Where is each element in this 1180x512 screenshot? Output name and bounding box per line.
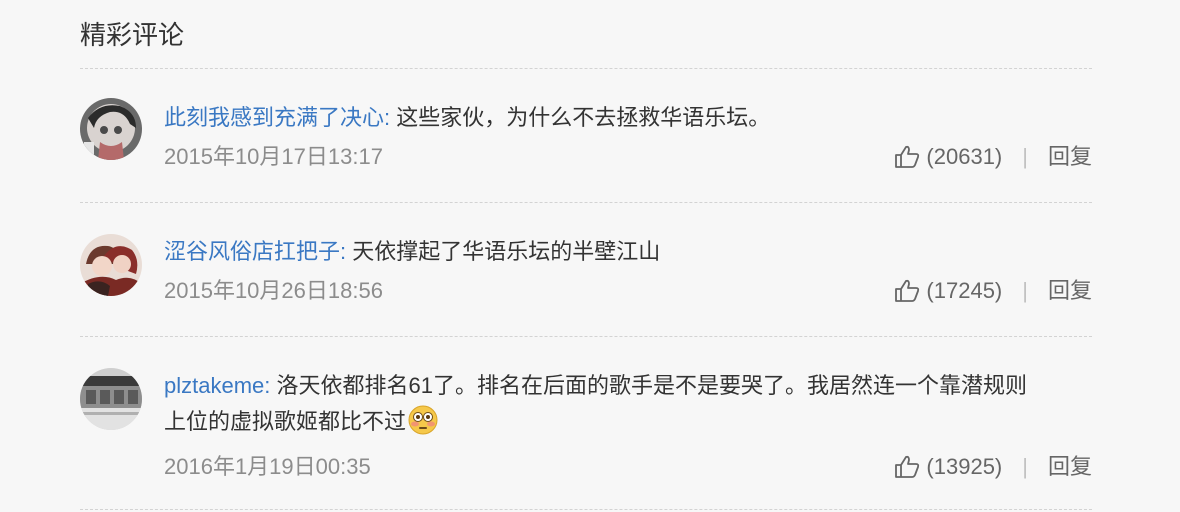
comment-actions: (17245) | 回复 (894, 274, 1092, 308)
username-separator: : (384, 105, 397, 130)
comment-divider (80, 202, 1092, 203)
comment-actions: (13925) | 回复 (894, 450, 1092, 484)
flushed-face-icon (408, 405, 438, 435)
title-divider (80, 68, 1092, 69)
comment-meta: 2015年10月17日13:17 (20631) | 回复 (164, 140, 1092, 174)
comment-content: 天依撑起了华语乐坛的半壁江山 (352, 239, 661, 264)
comment-time: 2016年1月19日00:35 (164, 454, 371, 479)
reply-button[interactable]: 回复 (1048, 140, 1092, 174)
comment-text: 此刻我感到充满了决心: 这些家伙，为什么不去拯救华语乐坛。 (164, 100, 1092, 136)
comment-username[interactable]: 此刻我感到充满了决心 (164, 105, 384, 130)
avatar[interactable] (80, 98, 142, 160)
section-title: 精彩评论 (80, 20, 185, 50)
avatar[interactable] (80, 234, 142, 296)
comment-meta: 2015年10月26日18:56 (17245) | 回复 (164, 274, 1092, 308)
like-button[interactable]: (13925) (894, 450, 1002, 484)
flushed-face-emoji (408, 405, 438, 446)
comment-text: plztakeme: 洛天依都排名61了。排名在后面的歌手是不是要哭了。我居然连… (164, 368, 1092, 446)
reply-button[interactable]: 回复 (1048, 274, 1092, 308)
comment-content: 洛天依都排名61了。排名在后面的歌手是不是要哭了。我居然连一个靠潜规则上位的虚拟… (164, 373, 1027, 434)
comment-content: 这些家伙，为什么不去拯救华语乐坛。 (396, 105, 771, 130)
thumbs-up-icon (895, 279, 920, 302)
like-button[interactable]: (17245) (894, 274, 1002, 308)
comment-username[interactable]: plztakeme (164, 373, 264, 398)
like-count: (13925) (926, 454, 1003, 479)
username-separator: : (264, 373, 277, 398)
thumbs-up-icon (895, 145, 920, 168)
like-button[interactable]: (20631) (894, 140, 1002, 174)
comment-actions: (20631) | 回复 (894, 140, 1092, 174)
like-count: (20631) (926, 144, 1003, 169)
reply-button[interactable]: 回复 (1048, 450, 1092, 484)
avatar[interactable] (80, 368, 142, 430)
comment-text: 涩谷风俗店扛把子: 天依撑起了华语乐坛的半壁江山 (164, 234, 1092, 270)
like-count: (17245) (926, 278, 1003, 303)
action-divider: | (1022, 278, 1028, 303)
action-divider: | (1022, 144, 1028, 169)
comment-username[interactable]: 涩谷风俗店扛把子 (164, 239, 340, 264)
comment-time: 2015年10月26日18:56 (164, 278, 383, 303)
username-separator: : (340, 239, 353, 264)
comment-divider (80, 509, 1092, 510)
comment-meta: 2016年1月19日00:35 (13925) | 回复 (164, 450, 1092, 484)
comment-time: 2015年10月17日13:17 (164, 144, 383, 169)
building-avatar-icon (80, 368, 142, 430)
action-divider: | (1022, 454, 1028, 479)
thumbs-up-icon (895, 455, 920, 478)
comment-divider (80, 336, 1092, 337)
anime-couple-avatar-icon (80, 234, 142, 296)
anime-avatar-icon (80, 98, 142, 160)
